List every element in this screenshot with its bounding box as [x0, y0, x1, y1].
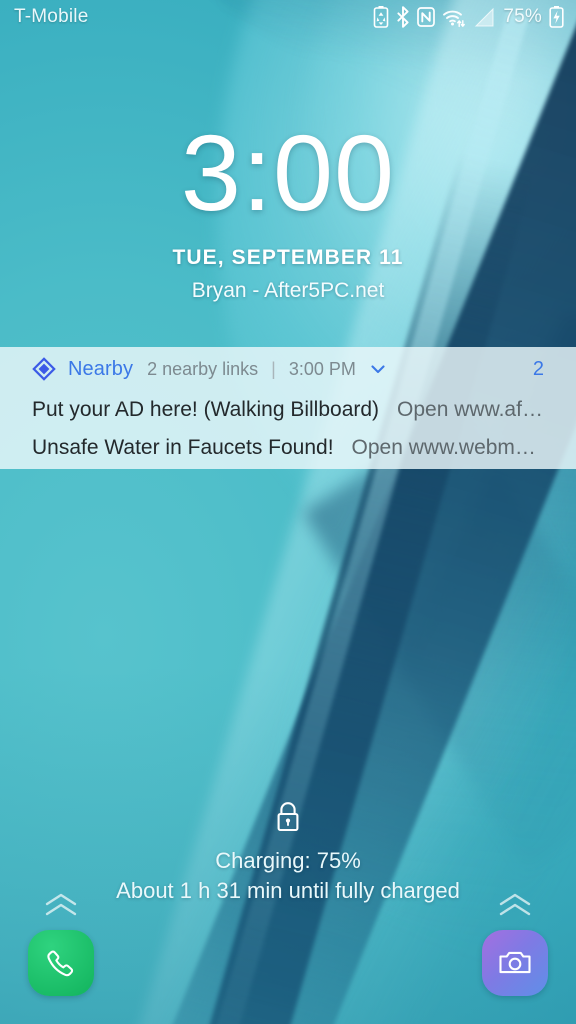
camera-icon	[496, 944, 534, 982]
notification-item[interactable]: Put your AD here! (Walking Billboard) Op…	[0, 391, 576, 429]
notification-count-badge: 2	[532, 357, 544, 380]
chevron-up-icon	[39, 892, 83, 918]
wifi-icon	[442, 6, 466, 28]
battery-charging-icon	[549, 6, 564, 28]
clock-widget: 3:00 TUE, SEPTEMBER 11 Bryan - After5PC.…	[0, 112, 576, 303]
phone-icon	[42, 944, 80, 982]
notification-item-action: Open www.af…	[397, 398, 543, 421]
clock-time: 3:00	[180, 112, 396, 233]
battery-percent-label: 75%	[503, 6, 542, 27]
notification-item-title: Put your AD here! (Walking Billboard)	[32, 398, 380, 421]
charging-status-text: Charging: 75%	[215, 848, 361, 873]
camera-app-tile[interactable]	[482, 930, 548, 996]
status-icon-tray: 75%	[373, 6, 564, 28]
carrier-label: T-Mobile	[14, 6, 89, 27]
notification-item-action: Open www.webm…	[351, 436, 536, 459]
clock-date: TUE, SEPTEMBER 11	[172, 245, 404, 269]
notification-header[interactable]: Nearby 2 nearby links | 3:00 PM 2	[0, 347, 576, 391]
shortcut-phone[interactable]	[28, 892, 94, 996]
notification-app-name: Nearby	[68, 357, 134, 380]
battery-saver-icon	[373, 6, 389, 28]
owner-info: Bryan - After5PC.net	[191, 278, 385, 302]
notification-item[interactable]: Unsafe Water in Faucets Found! Open www.…	[0, 429, 576, 467]
nfc-icon	[417, 6, 436, 28]
notification-panel[interactable]: Nearby 2 nearby links | 3:00 PM 2 Put yo…	[0, 347, 576, 469]
notification-separator: |	[271, 358, 276, 379]
notification-item-title: Unsafe Water in Faucets Found!	[32, 436, 334, 459]
status-bar: T-Mobile 75%	[0, 0, 576, 34]
lock-icon	[273, 800, 303, 834]
notification-summary: 2 nearby links	[147, 358, 259, 379]
nearby-icon	[32, 357, 56, 381]
shortcut-camera[interactable]	[482, 892, 548, 996]
phone-app-tile[interactable]	[28, 930, 94, 996]
lock-status-area: Charging: 75% About 1 h 31 min until ful…	[0, 800, 576, 904]
bluetooth-icon	[396, 6, 410, 28]
chevron-down-icon[interactable]	[368, 359, 388, 379]
notification-time: 3:00 PM	[288, 358, 356, 379]
chevron-up-icon	[493, 892, 537, 918]
cell-signal-icon	[473, 6, 495, 28]
